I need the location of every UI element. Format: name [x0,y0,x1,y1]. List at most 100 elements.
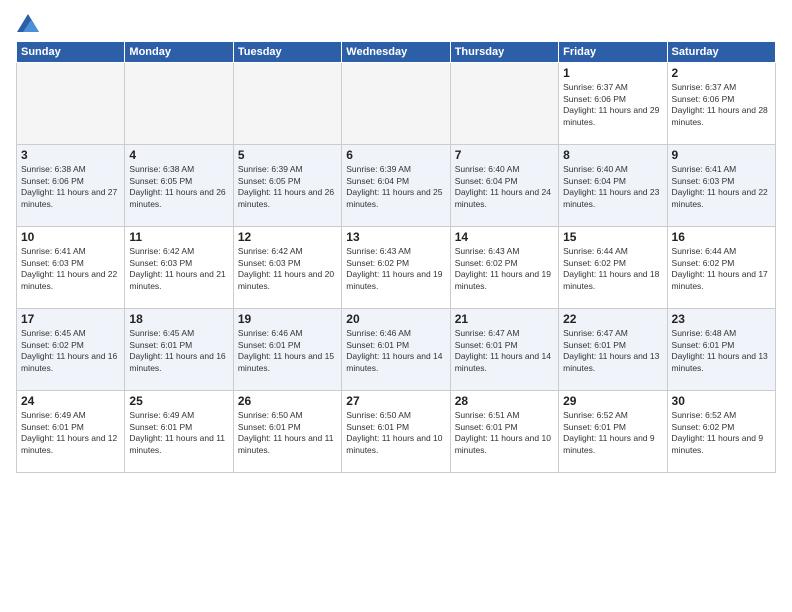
calendar-cell: 19 Sunrise: 6:46 AMSunset: 6:01 PMDayligh… [233,308,341,390]
calendar-header-row: SundayMondayTuesdayWednesdayThursdayFrid… [17,41,776,62]
day-number: 27 [346,394,445,408]
calendar-cell: 10Sunrise: 6:41 AMSunset: 6:03 PMDayligh… [17,226,125,308]
calendar-cell: 4Sunrise: 6:38 AMSunset: 6:05 PMDaylight… [125,144,233,226]
day-number: 15 [563,230,662,244]
day-info: Sunrise: 6:38 AMSunset: 6:06 PMDaylight:… [21,164,120,212]
calendar-cell: 5 Sunrise: 6:39 AMSunset: 6:05 PMDaylight… [233,144,341,226]
day-number: 16 [672,230,771,244]
calendar-cell: 9 Sunrise: 6:41 AMSunset: 6:03 PMDaylight… [667,144,775,226]
day-info: Sunrise: 6:45 AMSunset: 6:02 PMDaylight:… [21,328,120,376]
day-number: 13 [346,230,445,244]
calendar-cell: 11 Sunrise: 6:42 AMSunset: 6:03 PMDayligh… [125,226,233,308]
logo-icon [17,14,39,32]
calendar-week-row: 17 Sunrise: 6:45 AMSunset: 6:02 PMDayligh… [17,308,776,390]
day-info: Sunrise: 6:52 AMSunset: 6:01 PMDaylight:… [563,410,662,458]
day-number: 21 [455,312,554,326]
calendar-week-row: 1Sunrise: 6:37 AMSunset: 6:06 PMDaylight… [17,62,776,144]
day-number: 24 [21,394,120,408]
day-info: Sunrise: 6:41 AMSunset: 6:03 PMDaylight:… [672,164,771,212]
day-info: Sunrise: 6:39 AMSunset: 6:05 PMDaylight:… [238,164,337,212]
calendar-cell: 16 Sunrise: 6:44 AMSunset: 6:02 PMDayligh… [667,226,775,308]
calendar-cell: 23 Sunrise: 6:48 AMSunset: 6:01 PMDayligh… [667,308,775,390]
calendar-day-header: Tuesday [233,41,341,62]
day-info: Sunrise: 6:46 AMSunset: 6:01 PMDaylight:… [238,328,337,376]
day-info: Sunrise: 6:49 AMSunset: 6:01 PMDaylight:… [129,410,228,458]
calendar-cell: 15 Sunrise: 6:44 AMSunset: 6:02 PMDayligh… [559,226,667,308]
day-number: 30 [672,394,771,408]
day-info: Sunrise: 6:37 AMSunset: 6:06 PMDaylight:… [672,82,771,130]
day-number: 20 [346,312,445,326]
day-info: Sunrise: 6:42 AMSunset: 6:03 PMDaylight:… [238,246,337,294]
calendar-cell: 27 Sunrise: 6:50 AMSunset: 6:01 PMDayligh… [342,390,450,472]
day-number: 17 [21,312,120,326]
day-number: 2 [672,66,771,80]
calendar-week-row: 24 Sunrise: 6:49 AMSunset: 6:01 PMDayligh… [17,390,776,472]
calendar-cell: 29Sunrise: 6:52 AMSunset: 6:01 PMDayligh… [559,390,667,472]
calendar-day-header: Friday [559,41,667,62]
day-number: 28 [455,394,554,408]
day-number: 18 [129,312,228,326]
day-info: Sunrise: 6:46 AMSunset: 6:01 PMDaylight:… [346,328,445,376]
day-info: Sunrise: 6:47 AMSunset: 6:01 PMDaylight:… [455,328,554,376]
calendar-cell: 18 Sunrise: 6:45 AMSunset: 6:01 PMDayligh… [125,308,233,390]
calendar-cell: 17 Sunrise: 6:45 AMSunset: 6:02 PMDayligh… [17,308,125,390]
day-number: 23 [672,312,771,326]
calendar-cell: 2 Sunrise: 6:37 AMSunset: 6:06 PMDaylight… [667,62,775,144]
calendar-cell: 8 Sunrise: 6:40 AMSunset: 6:04 PMDaylight… [559,144,667,226]
day-number: 26 [238,394,337,408]
calendar-cell: 3 Sunrise: 6:38 AMSunset: 6:06 PMDaylight… [17,144,125,226]
day-info: Sunrise: 6:47 AMSunset: 6:01 PMDaylight:… [563,328,662,376]
calendar-cell: 24 Sunrise: 6:49 AMSunset: 6:01 PMDayligh… [17,390,125,472]
day-info: Sunrise: 6:48 AMSunset: 6:01 PMDaylight:… [672,328,771,376]
day-number: 10 [21,230,120,244]
day-info: Sunrise: 6:44 AMSunset: 6:02 PMDaylight:… [672,246,771,294]
day-info: Sunrise: 6:50 AMSunset: 6:01 PMDaylight:… [346,410,445,458]
calendar-cell: 13Sunrise: 6:43 AMSunset: 6:02 PMDayligh… [342,226,450,308]
calendar-cell: 20 Sunrise: 6:46 AMSunset: 6:01 PMDayligh… [342,308,450,390]
day-info: Sunrise: 6:49 AMSunset: 6:01 PMDaylight:… [21,410,120,458]
calendar-day-header: Sunday [17,41,125,62]
calendar-cell: 26 Sunrise: 6:50 AMSunset: 6:01 PMDayligh… [233,390,341,472]
day-number: 9 [672,148,771,162]
day-info: Sunrise: 6:40 AMSunset: 6:04 PMDaylight:… [455,164,554,212]
logo [16,12,40,33]
calendar-cell [233,62,341,144]
calendar-cell [17,62,125,144]
calendar-week-row: 10Sunrise: 6:41 AMSunset: 6:03 PMDayligh… [17,226,776,308]
day-number: 14 [455,230,554,244]
calendar-cell: 14Sunrise: 6:43 AMSunset: 6:02 PMDayligh… [450,226,558,308]
calendar-cell: 6 Sunrise: 6:39 AMSunset: 6:04 PMDaylight… [342,144,450,226]
calendar-cell [450,62,558,144]
calendar-cell [125,62,233,144]
calendar-cell: 22 Sunrise: 6:47 AMSunset: 6:01 PMDayligh… [559,308,667,390]
day-info: Sunrise: 6:42 AMSunset: 6:03 PMDaylight:… [129,246,228,294]
calendar-cell [342,62,450,144]
day-info: Sunrise: 6:40 AMSunset: 6:04 PMDaylight:… [563,164,662,212]
day-number: 6 [346,148,445,162]
calendar-cell: 7 Sunrise: 6:40 AMSunset: 6:04 PMDaylight… [450,144,558,226]
day-number: 19 [238,312,337,326]
day-info: Sunrise: 6:44 AMSunset: 6:02 PMDaylight:… [563,246,662,294]
calendar-week-row: 3 Sunrise: 6:38 AMSunset: 6:06 PMDaylight… [17,144,776,226]
calendar-cell: 1Sunrise: 6:37 AMSunset: 6:06 PMDaylight… [559,62,667,144]
day-info: Sunrise: 6:37 AMSunset: 6:06 PMDaylight:… [563,82,662,130]
day-number: 7 [455,148,554,162]
calendar-cell: 12Sunrise: 6:42 AMSunset: 6:03 PMDayligh… [233,226,341,308]
day-info: Sunrise: 6:45 AMSunset: 6:01 PMDaylight:… [129,328,228,376]
logo-text [16,12,40,33]
calendar-table: SundayMondayTuesdayWednesdayThursdayFrid… [16,41,776,473]
day-info: Sunrise: 6:50 AMSunset: 6:01 PMDaylight:… [238,410,337,458]
day-info: Sunrise: 6:39 AMSunset: 6:04 PMDaylight:… [346,164,445,212]
day-info: Sunrise: 6:51 AMSunset: 6:01 PMDaylight:… [455,410,554,458]
day-number: 11 [129,230,228,244]
day-number: 5 [238,148,337,162]
day-number: 8 [563,148,662,162]
page-header [16,12,776,33]
calendar-day-header: Thursday [450,41,558,62]
calendar-cell: 25Sunrise: 6:49 AMSunset: 6:01 PMDayligh… [125,390,233,472]
day-number: 22 [563,312,662,326]
day-number: 4 [129,148,228,162]
calendar-cell: 21 Sunrise: 6:47 AMSunset: 6:01 PMDayligh… [450,308,558,390]
day-number: 3 [21,148,120,162]
day-info: Sunrise: 6:52 AMSunset: 6:02 PMDaylight:… [672,410,771,458]
